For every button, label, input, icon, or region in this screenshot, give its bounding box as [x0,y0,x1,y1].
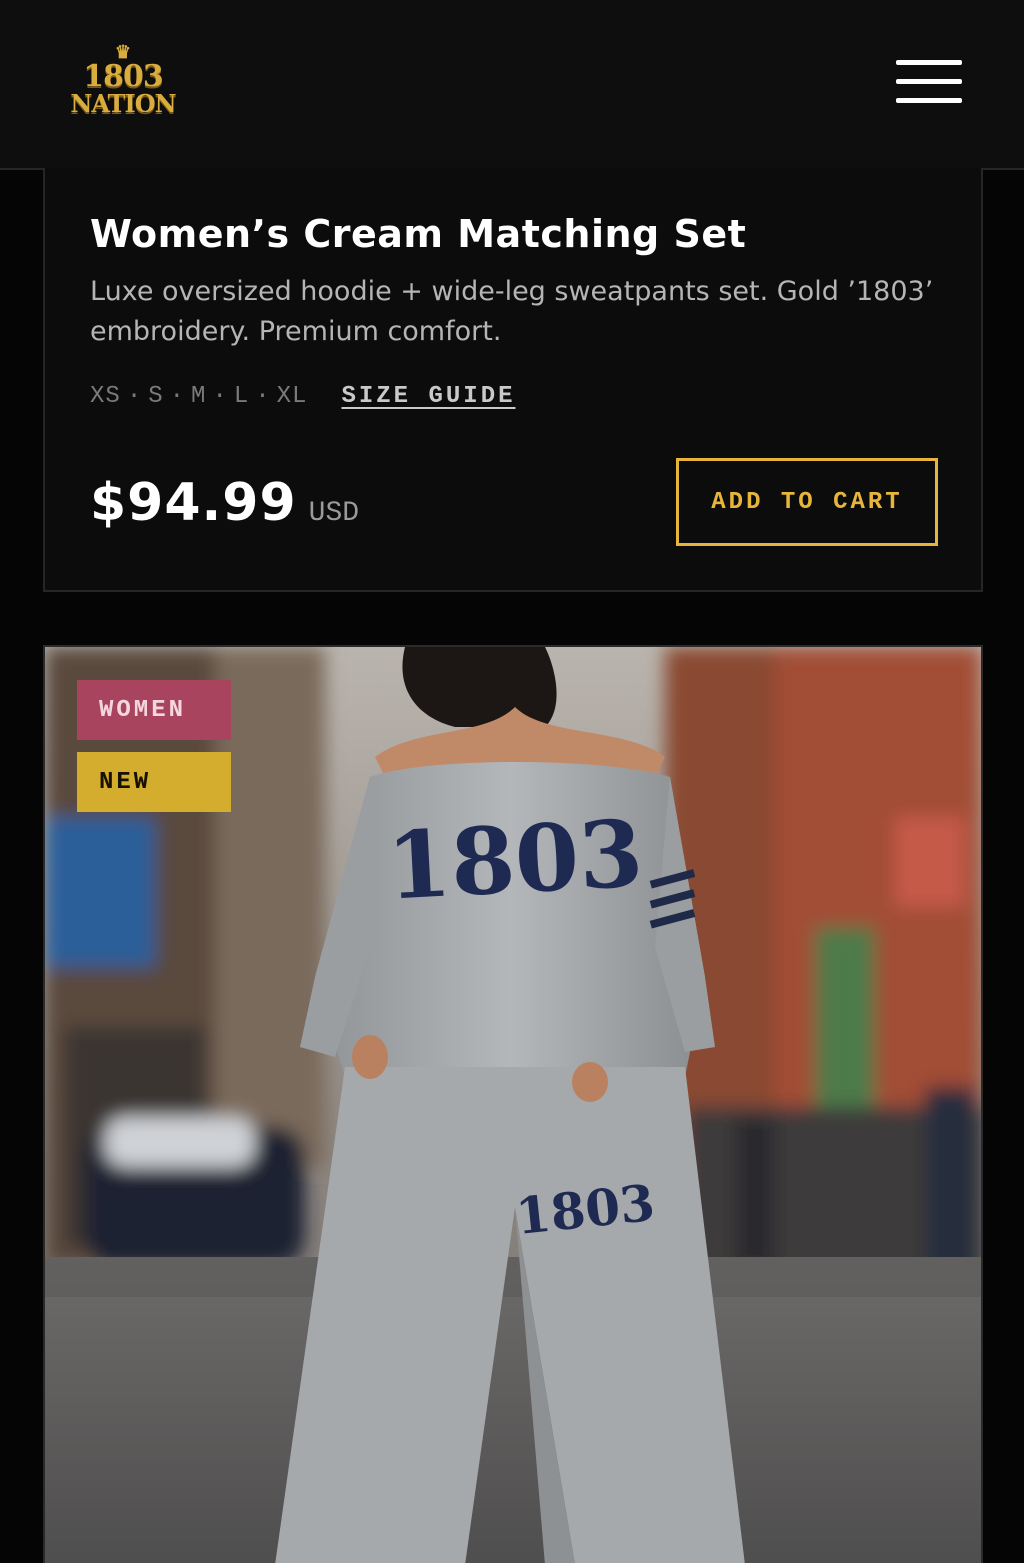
size-option-m[interactable]: M [191,383,206,410]
product-image-card[interactable]: 1803 1803 WOMEN NEW [43,645,983,1563]
hamburger-menu-icon[interactable] [896,60,962,106]
add-to-cart-button[interactable]: ADD TO CART [676,458,938,546]
brand-logo[interactable]: ♛ 1803 NATION [64,44,182,128]
size-option-l[interactable]: L [234,383,249,410]
badge-new: NEW [77,752,231,812]
price-currency: USD [308,498,360,529]
size-guide-link[interactable]: SIZE GUIDE [341,383,515,410]
site-header: ♛ 1803 NATION [0,0,1024,170]
price-row: $94.99 USD [90,473,359,533]
size-option-xl[interactable]: XL [277,383,308,410]
size-option-xs[interactable]: XS [90,383,121,410]
size-separator: · [212,382,228,410]
size-separator: · [169,382,186,410]
product-description: Luxe oversized hoodie + wide-leg sweatpa… [90,276,934,347]
chest-print: 1803 [384,799,645,920]
size-option-s[interactable]: S [148,383,163,410]
size-separator: · [126,382,143,410]
badge-women: WOMEN [77,680,231,740]
logo-line-1: 1803 [83,59,164,94]
size-options: XS · S · M · L · XL SIZE GUIDE [90,378,516,414]
product-info-card: Women’s Cream Matching Set Luxe oversize… [43,168,983,592]
size-separator: · [255,382,271,410]
product-title: Women’s Cream Matching Set [90,212,747,256]
logo-line-2: NATION [70,89,176,118]
product-price: $94.99 [90,473,297,533]
